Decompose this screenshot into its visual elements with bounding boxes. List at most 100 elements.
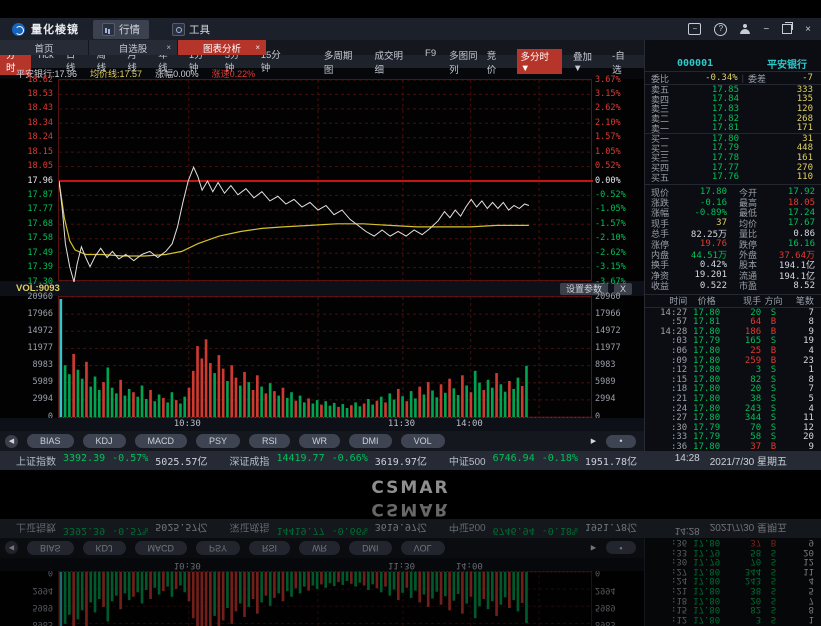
tick-row[interactable]: :0617.8025B4 (645, 346, 821, 356)
axis-label: 18.15 (0, 147, 53, 157)
scene: 量化棱镜 行情 工具 − ? − × (0, 0, 821, 626)
volume-axis-left: 209601796614972119778983598929940 (0, 296, 55, 418)
tab-chart-analysis[interactable]: 图表分析 × (178, 40, 266, 55)
tick-row: :1817.8020S7 (645, 595, 821, 605)
axis-label: 17.96 (0, 176, 53, 186)
axis-label: 2.62% (595, 103, 621, 113)
quote-panel: 000001 平安银行 委比 -0.34% | 委差 -7 卖五17.85333… (645, 40, 821, 451)
order-row[interactable]: 买五17.76110 (645, 172, 821, 182)
axis-label: -3.67% (595, 277, 626, 287)
indicator-RSI[interactable]: RSI (249, 434, 290, 448)
indicator-MACD[interactable]: MACD (135, 434, 188, 448)
scroll-left-icon[interactable]: ◀ (5, 435, 18, 448)
view-多图同列[interactable]: 多图同列 (449, 48, 487, 76)
tab-home[interactable]: 首页 (0, 40, 88, 55)
tick-row[interactable]: :3017.7970S12 (645, 423, 821, 433)
view-多周期图[interactable]: 多周期图 (324, 48, 362, 76)
time-label: 11:30 (388, 560, 415, 570)
close-icon[interactable]: × (805, 24, 811, 35)
tick-table: 14:2717.8020S7:5717.8164B814:2817.80186B… (645, 308, 821, 452)
axis-label: 0.00% (595, 176, 621, 186)
tick-row[interactable]: :5717.8164B8 (645, 317, 821, 327)
index-quote[interactable]: 深证成指14419.77-0.66%3619.97亿 (229, 453, 426, 468)
tick-row[interactable]: :3317.7958S20 (645, 433, 821, 443)
tick-row: :3017.7970S12 (645, 556, 821, 566)
minimize-icon[interactable]: − (763, 24, 769, 35)
axis-label: 8983 (0, 619, 53, 626)
weibi-row: 委比 -0.34% | 委差 -7 (645, 72, 821, 85)
title-bar: 量化棱镜 行情 工具 − ? − × (0, 18, 821, 40)
tab-watchlist[interactable]: 自选股 × (89, 40, 177, 55)
tick-row[interactable]: :1217.803S1 (645, 365, 821, 375)
tick-table: 14:2717.8020S7:5717.8164B814:2817.80186B… (645, 537, 821, 626)
tool--自选[interactable]: -自选 (612, 48, 634, 76)
help-icon[interactable]: ? (714, 23, 727, 36)
axis-label: 2.10% (595, 118, 621, 128)
tick-row[interactable]: 14:2717.8020S7 (645, 308, 821, 318)
stock-name: 平安银行 (767, 56, 807, 71)
indicator-DMI[interactable]: DMI (349, 434, 392, 448)
clock: 14:28 2021/7/30 星期五 (675, 521, 787, 536)
quote-panel: 000001 平安银行 委比 -0.34% | 委差 -7 卖五17.85333… (645, 538, 821, 626)
tick-row[interactable]: :1517.8082S8 (645, 375, 821, 385)
volume-axis-left: 209601796614972119778983598929940 (0, 571, 55, 626)
tick-row: :3317.7958S20 (645, 547, 821, 557)
intraday-chart[interactable]: 18.6218.5318.4318.3418.2418.1518.0517.96… (0, 79, 644, 281)
tick-row[interactable]: :2417.80243S4 (645, 404, 821, 414)
view-成交明细[interactable]: 成交明细 (374, 48, 412, 76)
price-plot[interactable] (58, 79, 592, 281)
stat-row: 收益0.522市盈8.52 (645, 280, 821, 290)
time-label: 10:30 (174, 419, 201, 429)
tool-竞价[interactable]: 竞价 (487, 48, 506, 76)
stock-header[interactable]: 000001 平安银行 (645, 56, 821, 72)
axis-label: 18.43 (0, 103, 53, 113)
tick-row[interactable]: 14:2817.80186B9 (645, 327, 821, 337)
add-indicator-button[interactable]: • (606, 435, 636, 448)
index-quote: 深证成指14419.77-0.66%3619.97亿 (229, 521, 426, 536)
indicator-WR[interactable]: WR (299, 434, 340, 448)
indicator-BIAS: BIAS (27, 541, 74, 555)
tool-多分时[interactable]: 多分时▼ (517, 49, 562, 74)
axis-label: 5989 (595, 377, 615, 387)
time-label: 10:30 (174, 560, 201, 570)
axis-label: 20960 (595, 292, 621, 302)
indicator-PSY[interactable]: PSY (196, 434, 240, 448)
tick-row[interactable]: :1817.8020S7 (645, 385, 821, 395)
volume-chart[interactable]: 209601796614972119778983598929940 209601… (0, 296, 644, 418)
tool-叠加[interactable]: 叠加▼ (573, 49, 601, 74)
tick-row[interactable]: :0317.79165S19 (645, 337, 821, 347)
tab-close-icon[interactable]: × (255, 43, 260, 52)
tick-row: :2117.8038S5 (645, 585, 821, 595)
indicator-VOL[interactable]: VOL (401, 434, 445, 448)
tick-row[interactable]: :0917.80259B23 (645, 356, 821, 366)
index-quote: 上证指数3392.39-0.57%5025.57亿 (16, 521, 207, 536)
user-icon[interactable] (740, 24, 750, 34)
chart-column: 首页 自选股 × 图表分析 × 分时Tick日线周线月线年线1分钟5分钟15分钟… (0, 40, 645, 470)
indicator-BIAS[interactable]: BIAS (27, 434, 74, 448)
index-quote[interactable]: 上证指数3392.39-0.57%5025.57亿 (16, 453, 207, 468)
scroll-left-icon: ◀ (5, 542, 18, 555)
menu-tools[interactable]: 工具 (163, 20, 219, 39)
price-axis: 18.6218.5318.4318.3418.2418.1518.0517.96… (0, 79, 55, 281)
restore-icon[interactable] (782, 24, 792, 34)
tick-row[interactable]: :2717.80344S11 (645, 413, 821, 423)
time-label: 14:00 (456, 560, 483, 570)
tab-close-icon[interactable]: × (166, 43, 171, 52)
stock-code: 000001 (677, 58, 713, 69)
view-F9[interactable]: F9 (425, 48, 436, 76)
scroll-right-icon[interactable]: ▶ (587, 435, 600, 448)
axis-label: 17.49 (0, 248, 53, 258)
axis-label: 18.34 (0, 118, 53, 128)
indicator-KDJ: KDJ (83, 541, 126, 555)
axis-label: 17966 (0, 309, 53, 319)
tick-row[interactable]: :2117.8038S5 (645, 394, 821, 404)
indicator-KDJ[interactable]: KDJ (83, 434, 126, 448)
axis-label: 3.67% (595, 75, 621, 85)
index-quote[interactable]: 中证5006746.94-0.18%1951.78亿 (449, 453, 637, 468)
indicator-PSY: PSY (196, 541, 240, 555)
axis-label: 11977 (595, 343, 621, 353)
dock-icon[interactable]: − (688, 23, 701, 35)
menu-quotes-label: 行情 (119, 22, 140, 37)
menu-quotes[interactable]: 行情 (93, 20, 149, 39)
volume-plot[interactable] (58, 296, 592, 418)
